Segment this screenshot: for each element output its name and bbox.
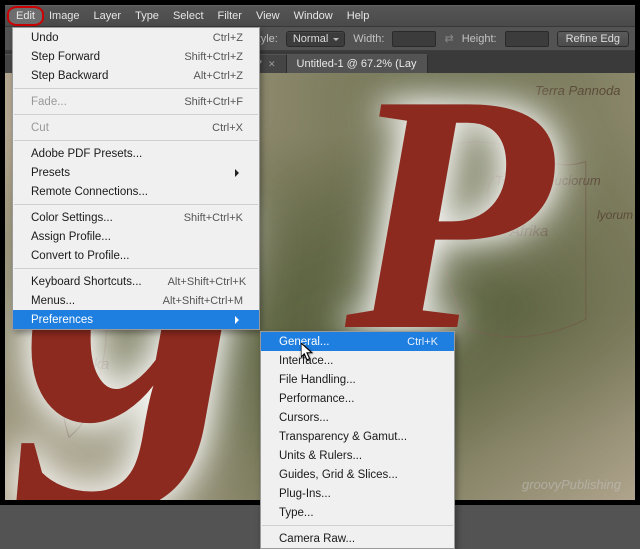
menu-item: Cut Ctrl+X (13, 118, 259, 137)
menu-item[interactable]: Step Forward Shift+Ctrl+Z (13, 47, 259, 66)
doc-tab[interactable]: Untitled-1 @ 67.2% (Lay (287, 54, 428, 73)
menu-item-shortcut: Alt+Shift+Ctrl+M (163, 295, 243, 307)
menu-item-label: Interface... (279, 355, 333, 367)
menu-item-label: Camera Raw... (279, 533, 355, 545)
menu-item[interactable]: Guides, Grid & Slices... (261, 465, 454, 484)
menu-item-label: Adobe PDF Presets... (31, 148, 142, 160)
menu-item-label: Transparency & Gamut... (279, 431, 407, 443)
menu-item-shortcut: Shift+Ctrl+Z (184, 51, 243, 63)
menu-select[interactable]: Select (166, 8, 211, 24)
menu-item[interactable]: Adobe PDF Presets... (13, 144, 259, 163)
menu-filter[interactable]: Filter (211, 8, 249, 24)
menu-item-label: Assign Profile... (31, 231, 111, 243)
menu-item[interactable]: Convert to Profile... (13, 246, 259, 265)
menu-item-label: Preferences (31, 314, 93, 326)
menu-item-label: File Handling... (279, 374, 356, 386)
menu-item[interactable]: General... Ctrl+K (261, 332, 454, 351)
doc-tab-label: Untitled-1 @ 67.2% (Lay (297, 58, 417, 70)
menu-item[interactable]: Menus... Alt+Shift+Ctrl+M (13, 291, 259, 310)
menu-item-label: Step Backward (31, 70, 108, 82)
submenu-arrow-icon (235, 169, 243, 177)
menu-separator (14, 204, 258, 205)
menu-item: Fade... Shift+Ctrl+F (13, 92, 259, 111)
menu-item[interactable]: Interface... (261, 351, 454, 370)
map-label: lyorum (597, 208, 633, 222)
width-input[interactable] (392, 31, 436, 47)
style-dropdown[interactable]: Normal (286, 31, 345, 47)
menu-item-label: Cursors... (279, 412, 329, 424)
menu-item[interactable]: Remote Connections... (13, 182, 259, 201)
refine-edge-button[interactable]: Refine Edg (557, 31, 629, 47)
menu-separator (14, 140, 258, 141)
menu-item-label: Presets (31, 167, 70, 179)
menu-item[interactable]: Undo Ctrl+Z (13, 28, 259, 47)
menu-item[interactable]: Presets (13, 163, 259, 182)
menu-item-label: Performance... (279, 393, 354, 405)
menu-separator (262, 525, 453, 526)
menu-separator (14, 268, 258, 269)
menu-bar: Edit Image Layer Type Select Filter View… (5, 5, 635, 27)
menu-item-label: Fade... (31, 96, 67, 108)
preferences-submenu: General... Ctrl+K Interface... File Handlin… (260, 331, 455, 549)
menu-item-shortcut: Alt+Shift+Ctrl+K (168, 276, 247, 288)
menu-item-label: Undo (31, 32, 59, 44)
width-label: Width: (353, 33, 384, 45)
menu-item-label: General... (279, 336, 330, 348)
menu-item[interactable]: Color Settings... Shift+Ctrl+K (13, 208, 259, 227)
menu-item-label: Step Forward (31, 51, 100, 63)
menu-image[interactable]: Image (42, 8, 87, 24)
menu-item[interactable]: Performance... (261, 389, 454, 408)
menu-edit[interactable]: Edit (9, 8, 42, 24)
menu-item-shortcut: Shift+Ctrl+K (184, 212, 243, 224)
menu-item[interactable]: File Handling... (261, 370, 454, 389)
height-label: Height: (462, 33, 497, 45)
height-input[interactable] (505, 31, 549, 47)
menu-item[interactable]: Keyboard Shortcuts... Alt+Shift+Ctrl+K (13, 272, 259, 291)
menu-item[interactable]: Transparency & Gamut... (261, 427, 454, 446)
menu-item[interactable]: Units & Rulers... (261, 446, 454, 465)
menu-layer[interactable]: Layer (87, 8, 129, 24)
menu-item[interactable]: Cursors... (261, 408, 454, 427)
menu-view[interactable]: View (249, 8, 287, 24)
menu-item-shortcut: Shift+Ctrl+F (184, 96, 243, 108)
menu-item-shortcut: Ctrl+X (212, 122, 243, 134)
menu-item-shortcut: Alt+Ctrl+Z (193, 70, 243, 82)
menu-item-shortcut: Ctrl+Z (213, 32, 243, 44)
menu-item-label: Guides, Grid & Slices... (279, 469, 398, 481)
menu-item-label: Cut (31, 122, 49, 134)
menu-item[interactable]: Plug-Ins... (261, 484, 454, 503)
menu-item-label: Remote Connections... (31, 186, 148, 198)
menu-type[interactable]: Type (128, 8, 166, 24)
menu-item-label: Menus... (31, 295, 75, 307)
menu-window[interactable]: Window (287, 8, 340, 24)
menu-item-label: Keyboard Shortcuts... (31, 276, 142, 288)
menu-item[interactable]: Assign Profile... (13, 227, 259, 246)
menu-item[interactable]: Camera Raw... (261, 529, 454, 548)
menu-item[interactable]: Preferences (13, 310, 259, 329)
menu-item-label: Convert to Profile... (31, 250, 129, 262)
menu-item-label: Plug-Ins... (279, 488, 331, 500)
close-icon[interactable]: ✕ (268, 59, 276, 69)
menu-separator (14, 114, 258, 115)
menu-item-label: Color Settings... (31, 212, 113, 224)
menu-item[interactable]: Step Backward Alt+Ctrl+Z (13, 66, 259, 85)
menu-item-label: Type... (279, 507, 314, 519)
submenu-arrow-icon (235, 316, 243, 324)
menu-item-shortcut: Ctrl+K (407, 336, 438, 348)
menu-separator (14, 88, 258, 89)
menu-help[interactable]: Help (340, 8, 377, 24)
edit-menu-dropdown: Undo Ctrl+Z Step Forward Shift+Ctrl+Z Step B… (12, 27, 260, 330)
menu-item[interactable]: Type... (261, 503, 454, 522)
menu-item-label: Units & Rulers... (279, 450, 362, 462)
watermark: groovyPublishing (522, 477, 621, 492)
